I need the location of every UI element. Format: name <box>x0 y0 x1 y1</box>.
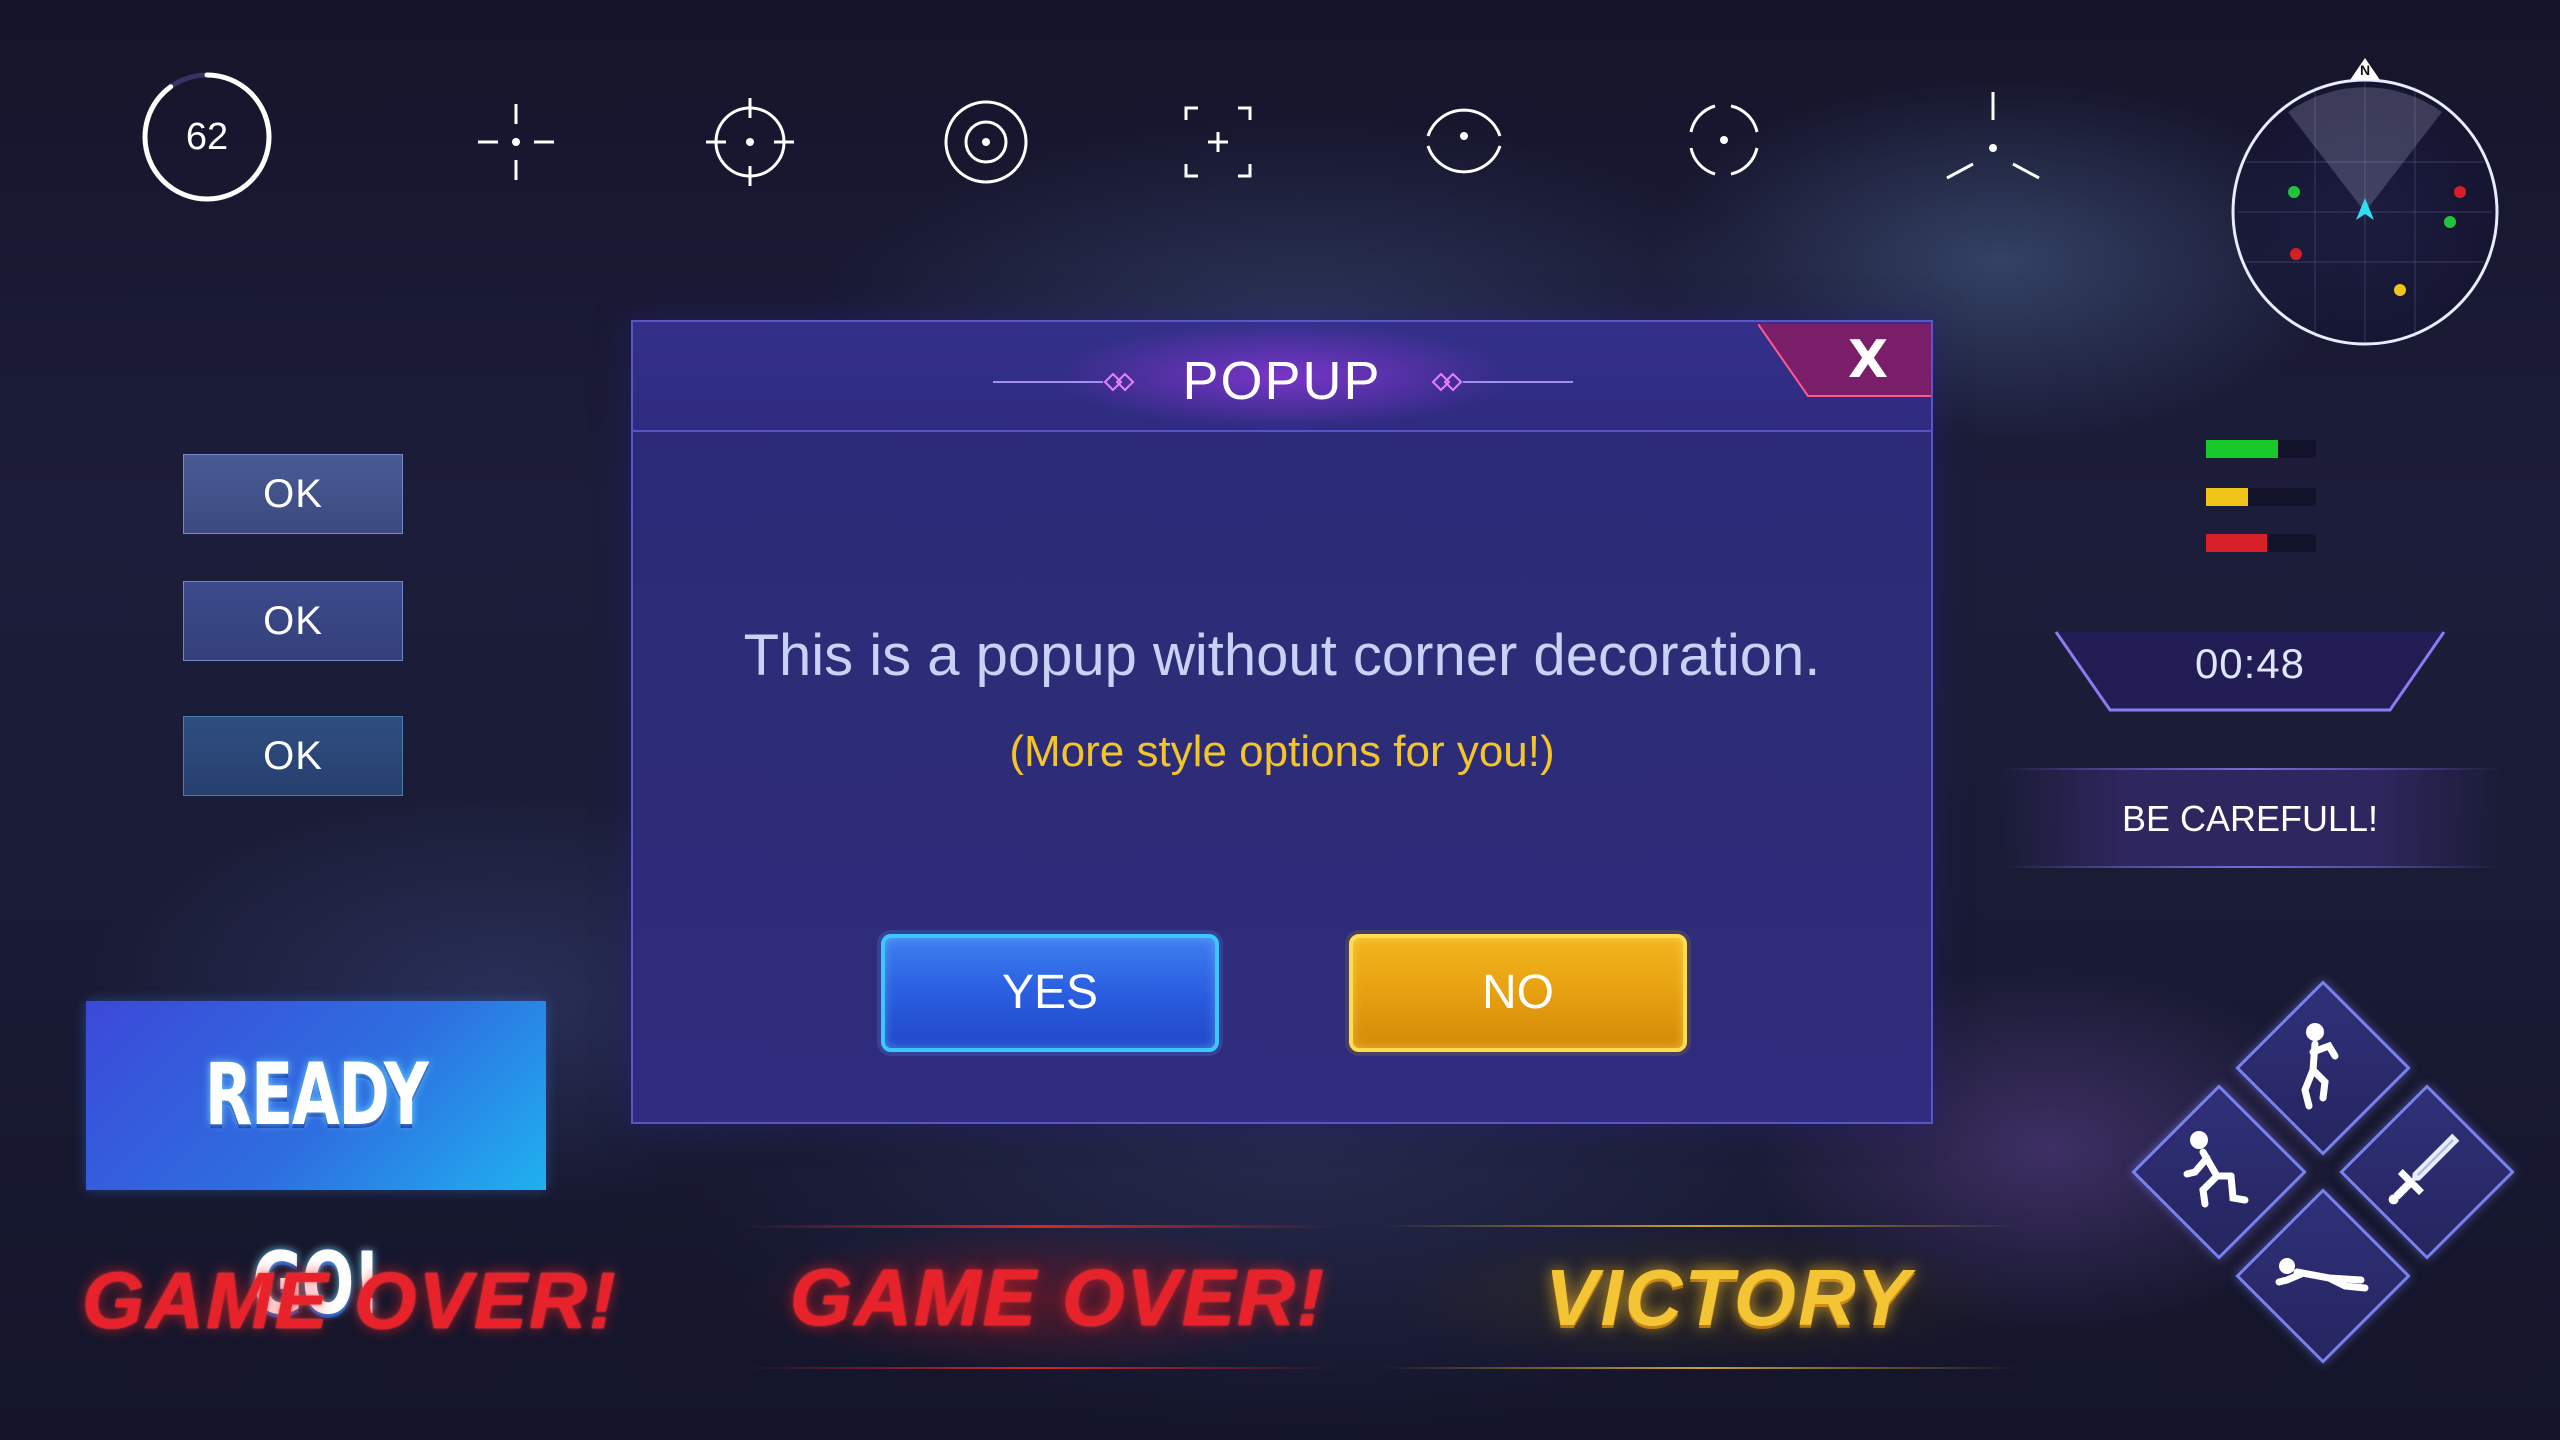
popup-dialog: POPUP X This is a popup without corner d… <box>631 320 1933 1124</box>
status-bar-fill <box>2206 488 2248 506</box>
dot-crosshair-icon[interactable] <box>466 92 566 192</box>
quad-arc-crosshair-icon[interactable] <box>1673 90 1773 190</box>
status-bar-track <box>2206 440 2316 458</box>
round-timer: 62 <box>138 68 276 206</box>
ring-dot-crosshair-icon[interactable] <box>936 92 1036 192</box>
yes-button[interactable]: YES <box>881 934 1219 1052</box>
popup-title: POPUP <box>1182 351 1382 411</box>
game-over-divider <box>740 1367 1340 1369</box>
warning-text: BE CAREFULL! <box>2121 798 2379 839</box>
crouch-icon <box>2183 1131 2249 1208</box>
split-circle-crosshair-icon[interactable] <box>1414 90 1514 190</box>
popup-sub-message: (More style options for you!) <box>1009 727 1555 776</box>
game-over-divider <box>740 1225 1340 1228</box>
popup-message: This is a popup without corner decoratio… <box>743 623 1821 688</box>
status-bar-fill <box>2206 534 2267 552</box>
warning-divider <box>2000 768 2500 770</box>
warning-divider <box>2000 866 2500 868</box>
jump-icon <box>2301 1023 2339 1110</box>
radar-minimap: N <box>2226 52 2504 352</box>
ok-button[interactable]: OK <box>183 581 403 661</box>
status-bar-fill <box>2206 440 2278 458</box>
game-over-text: GAME OVER! <box>790 1253 1326 1342</box>
tri-line-crosshair-icon[interactable] <box>1943 90 2043 190</box>
bracket-crosshair-icon[interactable] <box>1168 92 1268 192</box>
ready-go-banner: READY GO! <box>86 1001 546 1334</box>
game-over-text: GAME OVER! <box>82 1256 618 1345</box>
ok-button[interactable]: OK <box>183 716 403 796</box>
radar-north-label: N <box>2359 62 2371 78</box>
circle-crosshair-icon[interactable] <box>700 92 800 192</box>
status-bar-track <box>2206 488 2316 506</box>
victory-divider <box>1380 1225 2020 1227</box>
status-bar-track <box>2206 534 2316 552</box>
ok-button[interactable]: OK <box>183 454 403 534</box>
ready-go-text: READY GO! <box>204 1045 429 1334</box>
countdown-text: 00:48 <box>2194 640 2306 687</box>
victory-text: VICTORY <box>1545 1253 1912 1342</box>
victory-divider <box>1380 1367 2020 1369</box>
radar-icon <box>2231 58 2499 346</box>
sword-icon <box>2388 1133 2460 1205</box>
timer-ring-value: 62 <box>185 116 229 158</box>
no-button[interactable]: NO <box>1349 934 1687 1052</box>
close-button[interactable]: X <box>1828 330 1908 390</box>
prone-icon <box>2275 1258 2369 1292</box>
